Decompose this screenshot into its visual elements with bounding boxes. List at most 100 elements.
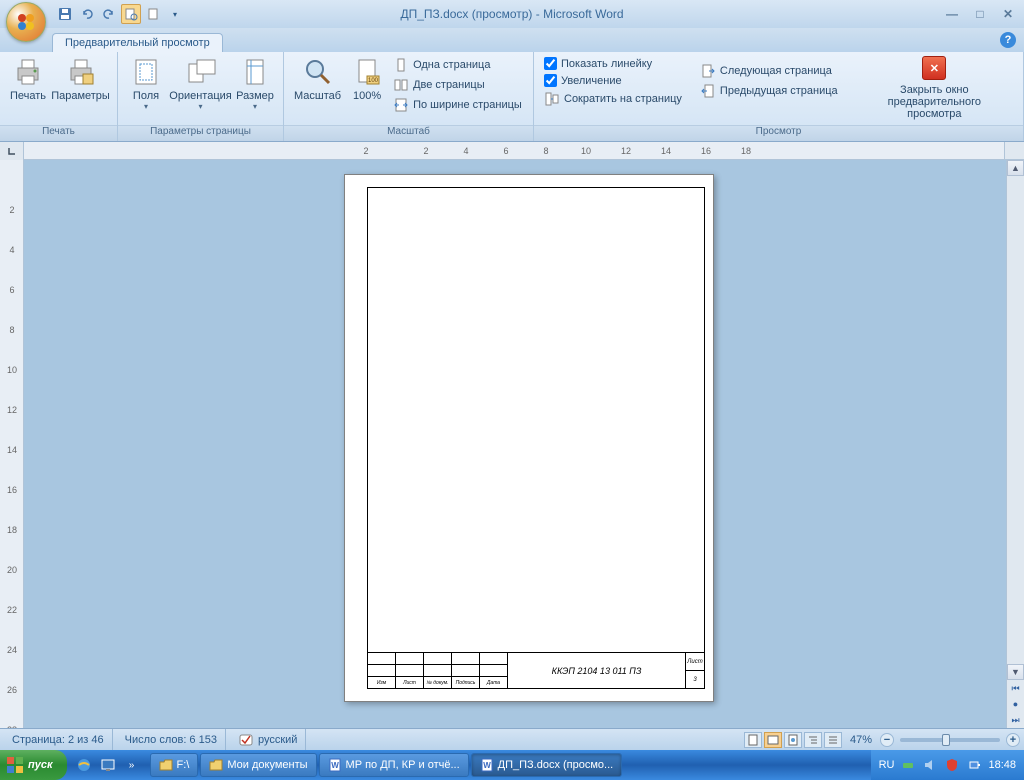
page-width-icon: [393, 97, 409, 113]
quick-launch: »: [67, 753, 149, 777]
ribbon-tabs: Предварительный просмотр ?: [0, 28, 1024, 52]
view-draft-button[interactable]: [824, 732, 842, 748]
ql-chevron-icon[interactable]: »: [121, 753, 143, 777]
view-print-layout-button[interactable]: [744, 732, 762, 748]
save-icon[interactable]: [55, 4, 75, 24]
titlebar: ▾ ДП_ПЗ.docx (просмотр) - Microsoft Word…: [0, 0, 1024, 28]
vertical-scrollbar[interactable]: ▲ ▼ ⏮ ● ⏭: [1006, 160, 1024, 728]
system-tray: RU 18:48: [871, 750, 1024, 780]
zoom-out-button[interactable]: −: [880, 733, 894, 747]
status-language[interactable]: русский: [230, 729, 306, 750]
page-width-button[interactable]: По ширине страницы: [389, 96, 526, 114]
show-desktop-icon[interactable]: [97, 753, 119, 777]
orientation-button[interactable]: Ориентация: [168, 54, 233, 113]
browse-object-icon[interactable]: ●: [1007, 696, 1024, 712]
qat-dropdown-icon[interactable]: ▾: [165, 4, 185, 24]
vertical-ruler[interactable]: 246810121416182022242628: [0, 160, 24, 728]
redo-icon[interactable]: [99, 4, 119, 24]
margins-icon: [130, 56, 162, 88]
two-pages-icon: [393, 77, 409, 93]
office-logo-icon: [14, 10, 38, 34]
tray-language[interactable]: RU: [879, 759, 895, 771]
magnifier-icon: [302, 56, 334, 88]
task-my-documents[interactable]: Мои документы: [200, 753, 316, 777]
word-doc-icon: W: [480, 758, 494, 772]
zoom-in-button[interactable]: +: [1006, 733, 1020, 747]
next-page-button[interactable]: Следующая страница: [696, 62, 842, 80]
view-outline-button[interactable]: [804, 732, 822, 748]
start-button[interactable]: пуск: [0, 750, 67, 780]
zoom-slider[interactable]: [900, 738, 1000, 742]
stamp-code: ККЭП 2104 13 011 ПЗ: [508, 653, 686, 688]
tray-power-icon[interactable]: [966, 757, 982, 773]
spellcheck-icon: [238, 732, 254, 748]
window-title: ДП_ПЗ.docx (просмотр) - Microsoft Word: [400, 7, 623, 21]
status-words[interactable]: Число слов: 6 153: [117, 729, 226, 750]
zoom-100-button[interactable]: 100 100%: [345, 54, 389, 104]
tray-volume-icon[interactable]: [922, 757, 938, 773]
status-page[interactable]: Страница: 2 из 46: [4, 729, 113, 750]
prev-page-button[interactable]: Предыдущая страница: [696, 82, 842, 100]
shrink-icon: [544, 91, 560, 107]
document-area: 246810121416182022242628 ИзмЛист№ докум.…: [0, 160, 1024, 728]
show-ruler-checkbox[interactable]: Показать линейку: [540, 56, 686, 71]
task-explorer-f[interactable]: F:\: [150, 753, 199, 777]
prev-page-nav-icon[interactable]: ⏮: [1007, 680, 1024, 696]
tab-print-preview[interactable]: Предварительный просмотр: [52, 33, 223, 52]
printer-options-icon: [65, 56, 97, 88]
options-button[interactable]: Параметры: [50, 54, 111, 104]
tray-clock[interactable]: 18:48: [988, 759, 1016, 771]
group-preview: Показать линейку Увеличение Сократить на…: [534, 52, 1024, 141]
close-button[interactable]: ✕: [998, 6, 1018, 22]
two-pages-button[interactable]: Две страницы: [389, 76, 526, 94]
page-preview: ИзмЛист№ докум.ПодписьДата ККЭП 2104 13 …: [344, 174, 714, 702]
svg-text:W: W: [483, 761, 491, 770]
task-word-doc-2[interactable]: WДП_ПЗ.docx (просмо...: [471, 753, 623, 777]
orientation-icon: [185, 56, 217, 88]
folder-icon: [209, 758, 223, 772]
size-button[interactable]: Размер: [233, 54, 277, 113]
help-icon[interactable]: ?: [1000, 32, 1016, 48]
margins-button[interactable]: Поля: [124, 54, 168, 113]
prev-page-icon: [700, 83, 716, 99]
ie-icon[interactable]: [73, 753, 95, 777]
tray-shield-icon[interactable]: [944, 757, 960, 773]
status-zoom[interactable]: 47%: [844, 734, 878, 746]
size-icon: [239, 56, 271, 88]
print-preview-icon[interactable]: [121, 4, 141, 24]
one-page-icon: [393, 57, 409, 73]
office-button[interactable]: [6, 2, 46, 42]
tray-safely-remove-icon[interactable]: [900, 757, 916, 773]
undo-icon[interactable]: [77, 4, 97, 24]
close-preview-button[interactable]: ✕ Закрыть окно предварительного просмотр…: [852, 54, 1017, 122]
horizontal-ruler[interactable]: 224681012141618: [0, 142, 1024, 160]
tab-selector[interactable]: [0, 142, 24, 160]
shrink-to-fit-button[interactable]: Сократить на страницу: [540, 90, 686, 108]
scroll-down-icon[interactable]: ▼: [1007, 664, 1024, 680]
minimize-button[interactable]: ―: [942, 6, 962, 22]
printer-icon: [12, 56, 44, 88]
maximize-button[interactable]: □: [970, 6, 990, 22]
zoom-button[interactable]: Масштаб: [290, 54, 345, 104]
stamp-list-label: Лист: [686, 653, 704, 671]
task-word-doc-1[interactable]: WМР по ДП, КР и отчё...: [319, 753, 469, 777]
view-fullscreen-button[interactable]: [764, 732, 782, 748]
print-button[interactable]: Печать: [6, 54, 50, 104]
next-page-nav-icon[interactable]: ⏭: [1007, 712, 1024, 728]
quick-access-toolbar: ▾: [55, 4, 185, 24]
ruler-toggle[interactable]: [1004, 142, 1024, 159]
ribbon: Печать Параметры Печать Поля Ориентация …: [0, 52, 1024, 142]
one-page-button[interactable]: Одна страница: [389, 56, 526, 74]
title-block: ИзмЛист№ докум.ПодписьДата ККЭП 2104 13 …: [368, 652, 704, 688]
view-web-button[interactable]: [784, 732, 802, 748]
document-canvas[interactable]: ИзмЛист№ докум.ПодписьДата ККЭП 2104 13 …: [24, 160, 1006, 728]
stamp-list-num: 3: [686, 671, 704, 688]
magnifier-checkbox[interactable]: Увеличение: [540, 73, 686, 88]
svg-text:100: 100: [368, 78, 379, 84]
svg-text:W: W: [331, 761, 339, 770]
window-controls: ― □ ✕: [942, 6, 1018, 22]
new-doc-icon[interactable]: [143, 4, 163, 24]
scroll-up-icon[interactable]: ▲: [1007, 160, 1024, 176]
group-print: Печать Параметры Печать: [0, 52, 118, 141]
group-page-setup: Поля Ориентация Размер Параметры страниц…: [118, 52, 284, 141]
